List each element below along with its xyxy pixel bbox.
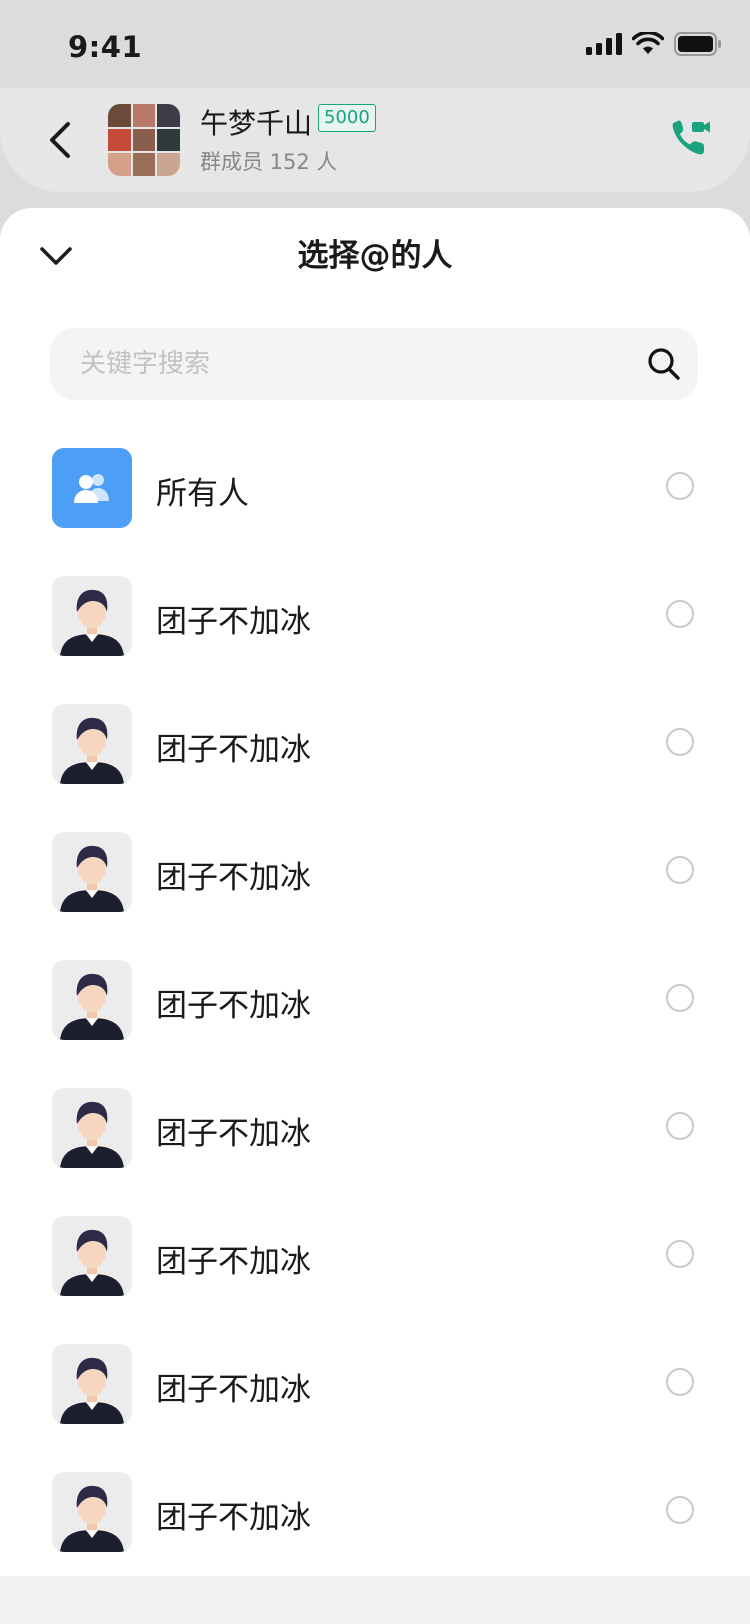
radio-button[interactable]: [666, 1240, 694, 1268]
search-box[interactable]: [50, 328, 698, 400]
avatar: [52, 1216, 132, 1296]
member-name: 团子不加冰: [156, 604, 311, 640]
status-bar: 9:41: [0, 0, 750, 88]
status-icons: [586, 32, 722, 56]
avatar: [52, 1088, 132, 1168]
radio-button[interactable]: [666, 728, 694, 756]
avatar: [52, 704, 132, 784]
list-item[interactable]: 团子不加冰: [0, 576, 750, 704]
member-count: 群成员 152 人: [200, 150, 338, 174]
avatar: [52, 1472, 132, 1552]
member-name: 团子不加冰: [156, 860, 311, 896]
bottom-safe-area: [0, 1576, 750, 1624]
member-name: 团子不加冰: [156, 1372, 311, 1408]
battery-icon: [674, 32, 721, 56]
list-item[interactable]: 团子不加冰: [0, 1344, 750, 1472]
radio-button[interactable]: [666, 1368, 694, 1396]
all-members-avatar: [52, 448, 132, 528]
wifi-icon: [632, 32, 664, 54]
avatar: [52, 576, 132, 656]
phone-video-icon[interactable]: [670, 118, 712, 158]
group-avatar[interactable]: [108, 104, 180, 176]
list-item-all[interactable]: 所有人: [0, 448, 750, 576]
radio-button[interactable]: [666, 1112, 694, 1140]
all-members-label: 所有人: [156, 476, 249, 512]
search-input[interactable]: [80, 328, 620, 400]
list-item[interactable]: 团子不加冰: [0, 832, 750, 960]
member-name: 团子不加冰: [156, 1500, 311, 1536]
radio-button[interactable]: [666, 472, 694, 500]
avatar: [52, 832, 132, 912]
chat-header: 午梦千山 5000 群成员 152 人: [0, 88, 750, 192]
member-limit-badge: 5000: [318, 104, 376, 132]
avatar: [52, 960, 132, 1040]
back-icon[interactable]: [40, 116, 80, 164]
member-name: 团子不加冰: [156, 1244, 311, 1280]
radio-button[interactable]: [666, 600, 694, 628]
list-item[interactable]: 团子不加冰: [0, 1088, 750, 1216]
status-time: 9:41: [68, 30, 143, 64]
member-name: 团子不加冰: [156, 732, 311, 768]
list-item[interactable]: 团子不加冰: [0, 1216, 750, 1344]
radio-button[interactable]: [666, 856, 694, 884]
member-list: 所有人 团子不加冰 团子不加冰 团子不加冰 团子不加冰 团子不加冰 团子不加冰 …: [0, 448, 750, 1600]
group-name: 午梦千山: [200, 107, 313, 140]
signal-icon: [586, 33, 622, 55]
group-people-icon: [74, 474, 109, 503]
member-name: 团子不加冰: [156, 988, 311, 1024]
member-name: 团子不加冰: [156, 1116, 311, 1152]
radio-button[interactable]: [666, 1496, 694, 1524]
list-item[interactable]: 团子不加冰: [0, 960, 750, 1088]
search-icon[interactable]: [646, 346, 682, 382]
avatar: [52, 1344, 132, 1424]
sheet-title: 选择@的人: [297, 238, 453, 274]
radio-button[interactable]: [666, 984, 694, 1012]
list-item[interactable]: 团子不加冰: [0, 704, 750, 832]
mention-sheet: 选择@的人 所有人 团子不加冰: [0, 208, 750, 1576]
